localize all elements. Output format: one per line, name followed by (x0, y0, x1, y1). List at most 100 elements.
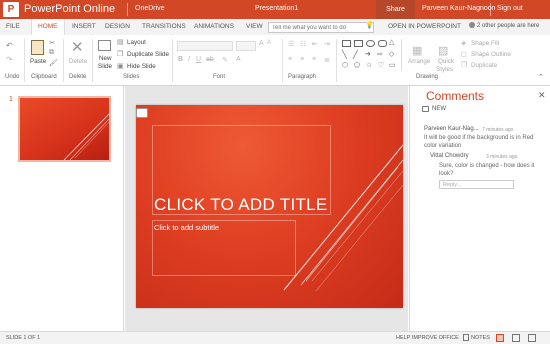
delete-icon[interactable]: ✕ (71, 38, 84, 56)
duplicate-slide-button[interactable]: Duplicate Slide (127, 51, 169, 58)
highlight-icon[interactable]: ✎ (222, 56, 228, 64)
line-shape-icon[interactable]: ╲ (342, 50, 347, 59)
notes-button[interactable]: NOTES (471, 335, 490, 341)
duplicate-slide-icon[interactable]: ❐ (117, 50, 123, 58)
quick-styles-label-1[interactable]: Quick (438, 58, 454, 65)
pentagon-shape-icon[interactable]: ⬠ (354, 61, 360, 69)
reply-input[interactable]: Reply... (439, 180, 514, 189)
font-size-select[interactable] (236, 41, 256, 51)
heart-shape-icon[interactable]: ♡ (378, 61, 384, 69)
subtitle-placeholder-text[interactable]: Click to add subtitle (154, 223, 219, 232)
rectangle-shape-icon[interactable] (342, 40, 351, 47)
cut-icon[interactable]: ✂ (49, 39, 55, 47)
italic-icon[interactable]: I (188, 56, 190, 63)
duplicate-icon[interactable]: ❐ (461, 61, 467, 69)
user-name[interactable]: Parveen Kaur-Nagnoon (422, 5, 496, 12)
new-slide-label-1[interactable]: New (99, 55, 112, 62)
layout-icon[interactable]: ▤ (117, 38, 124, 46)
group-separator (336, 39, 337, 82)
shape-outline-icon[interactable]: ◻ (461, 50, 467, 58)
align-right-icon[interactable]: ≡ (312, 56, 316, 63)
slide-thumbnail[interactable] (18, 96, 111, 162)
hide-slide-icon[interactable]: ▣ (117, 62, 124, 70)
shape-outline-button[interactable]: Shape Outline (471, 51, 511, 58)
font-color-icon[interactable]: A (236, 56, 241, 63)
layout-button[interactable]: Layout (127, 39, 146, 46)
title-placeholder-text[interactable]: CLICK TO ADD TITLE (154, 195, 328, 215)
new-slide-label-2[interactable]: Slide (98, 63, 112, 70)
strikethrough-icon[interactable]: ab (206, 56, 214, 63)
tab-design[interactable]: DESIGN (105, 23, 130, 30)
delete-button[interactable]: Delete (69, 58, 87, 65)
shrink-font-icon[interactable]: A (267, 40, 271, 46)
copy-icon[interactable]: ⧉ (49, 49, 54, 57)
onedrive-link[interactable]: OneDrive (135, 5, 165, 12)
decrease-indent-icon[interactable]: ⇤ (312, 40, 318, 48)
ribbon: ↶ ↷ Undo Paste ✂ ⧉ 🖌 Clipboard ✕ Delete … (0, 35, 550, 86)
close-icon[interactable]: ✕ (538, 90, 546, 101)
tell-me-input[interactable] (268, 22, 374, 33)
new-comment-icon[interactable] (422, 106, 429, 112)
arrow-shape-icon[interactable]: ➔ (365, 50, 371, 58)
collapse-ribbon-icon[interactable]: ⌃ (538, 73, 544, 81)
tab-animations[interactable]: ANIMATIONS (194, 23, 234, 30)
undo-icon[interactable]: ↶ (6, 41, 13, 50)
underline-icon[interactable]: U (196, 56, 201, 63)
quick-styles-icon[interactable]: ▨ (438, 44, 448, 57)
notes-icon[interactable] (463, 334, 469, 341)
diamond-shape-icon[interactable]: ◇ (389, 50, 394, 58)
reply-author: Vittal Chowdry (430, 153, 469, 159)
redo-icon[interactable]: ↷ (6, 55, 13, 64)
shape-fill-button[interactable]: Shape Fill (471, 40, 499, 47)
slide-canvas[interactable]: CLICK TO ADD TITLE Click to add subtitle (136, 105, 403, 308)
gallery-scroll[interactable] (401, 39, 402, 71)
slide-sorter-icon[interactable] (512, 334, 520, 342)
hexagon-shape-icon[interactable]: ⬡ (342, 61, 348, 69)
comment-marker-icon[interactable] (136, 108, 148, 118)
tab-home[interactable]: HOME (31, 19, 65, 36)
line-shape-icon[interactable]: ╱ (353, 50, 358, 59)
tab-view[interactable]: VIEW (246, 23, 263, 30)
paste-button[interactable]: Paste (30, 58, 46, 65)
slideshow-icon[interactable] (528, 334, 536, 342)
align-left-icon[interactable]: ≡ (288, 56, 292, 63)
hide-slide-button[interactable]: Hide Slide (127, 63, 156, 70)
arrange-icon[interactable]: ▦ (412, 44, 422, 57)
new-slide-icon[interactable] (98, 40, 111, 51)
callout-shape-icon[interactable]: ▭ (389, 61, 396, 69)
rectangle-shape-icon[interactable] (354, 40, 363, 47)
arrange-button[interactable]: Arrange (408, 58, 430, 65)
star-shape-icon[interactable]: ☆ (366, 61, 372, 69)
format-painter-icon[interactable]: 🖌 (49, 59, 58, 67)
grow-font-icon[interactable]: A (259, 40, 264, 47)
shape-fill-icon[interactable]: ◈ (461, 39, 466, 47)
group-label-undo: Undo (5, 74, 20, 80)
document-name[interactable]: Presentation1 (255, 5, 298, 12)
tab-transitions[interactable]: TRANSITIONS (142, 23, 186, 30)
tab-insert[interactable]: INSERT (72, 23, 96, 30)
bold-icon[interactable]: B (178, 56, 183, 63)
app-name[interactable]: PowerPoint Online (24, 3, 115, 16)
help-improve-office-link[interactable]: HELP IMPROVE OFFICE (396, 335, 459, 341)
align-center-icon[interactable]: ≡ (300, 56, 304, 63)
bullets-icon[interactable]: ☰ (288, 40, 294, 48)
font-name-select[interactable] (177, 41, 233, 51)
new-comment-button[interactable]: NEW (432, 106, 446, 112)
normal-view-icon[interactable] (496, 334, 504, 342)
triangle-shape-icon[interactable]: △ (389, 38, 394, 46)
open-in-powerpoint-link[interactable]: OPEN IN POWERPOINT (388, 23, 461, 30)
group-separator (63, 39, 64, 82)
arrow-shape-icon[interactable]: ⇨ (377, 50, 383, 58)
share-button[interactable]: Share (376, 0, 415, 19)
sign-out-link[interactable]: Sign out (497, 5, 523, 12)
paste-icon[interactable] (31, 40, 44, 55)
increase-indent-icon[interactable]: ⇥ (324, 40, 330, 48)
tab-file[interactable]: FILE (6, 23, 20, 30)
justify-icon[interactable]: ≣ (324, 56, 330, 64)
others-present-link[interactable]: 2 other people are here (477, 23, 539, 29)
quick-styles-label-2[interactable]: Styles (436, 66, 453, 73)
numbering-icon[interactable]: ☷ (300, 40, 306, 48)
rounded-rectangle-shape-icon[interactable] (378, 40, 387, 47)
duplicate-button[interactable]: Duplicate (471, 62, 497, 69)
oval-shape-icon[interactable] (366, 40, 375, 47)
